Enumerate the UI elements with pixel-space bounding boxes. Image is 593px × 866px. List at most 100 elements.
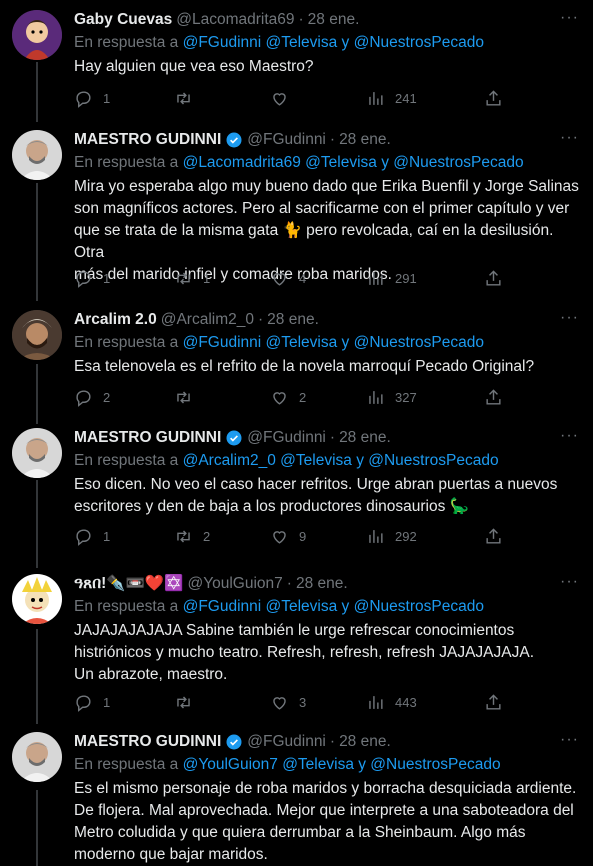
author-handle[interactable]: @Lacomadrita69 — [176, 10, 294, 30]
thread-line — [36, 480, 38, 568]
more-icon[interactable]: ··· — [560, 426, 579, 446]
tweet-date[interactable]: 28 ene. — [339, 428, 391, 448]
author-handle[interactable]: @YoulGuion7 — [187, 574, 282, 594]
views-button[interactable]: 292 — [366, 527, 417, 546]
share-icon — [486, 388, 501, 405]
share-button[interactable] — [484, 693, 503, 712]
author-handle[interactable]: @FGudinni — [247, 130, 326, 150]
avatar[interactable] — [12, 732, 62, 782]
reply-mentions[interactable]: @YoulGuion7 @Televisa y @NuestrosPecado — [183, 756, 501, 773]
thread-line — [36, 364, 38, 424]
reply-button[interactable]: 1 — [74, 89, 110, 108]
separator-dot: · — [298, 11, 304, 28]
more-icon[interactable]: ··· — [560, 308, 579, 328]
reply-mentions[interactable]: @Arcalim2_0 @Televisa y @NuestrosPecado — [183, 452, 499, 469]
avatar[interactable] — [12, 310, 62, 360]
reply-icon — [76, 90, 91, 108]
reply-prefix: En respuesta a — [74, 756, 179, 773]
share-button[interactable] — [484, 388, 503, 407]
retweet-icon — [177, 695, 190, 709]
avatar[interactable] — [12, 10, 62, 60]
views-count: 443 — [395, 694, 417, 710]
more-icon[interactable]: ··· — [560, 730, 579, 750]
author-name[interactable]: MAESTRO GUDINNI — [74, 130, 221, 150]
reply-count: 1 — [103, 694, 111, 710]
avatar[interactable] — [12, 574, 62, 624]
views-icon — [369, 91, 383, 105]
retweet-icon — [177, 390, 190, 404]
retweet-button[interactable] — [174, 89, 203, 108]
like-count: 2 — [299, 389, 307, 405]
tweet-actions: 1 3 443 — [74, 692, 514, 712]
reply-context: En respuesta a @YoulGuion7 @Televisa y @… — [74, 754, 579, 776]
avatar[interactable] — [12, 428, 62, 478]
reply-button[interactable]: 1 — [74, 693, 110, 712]
reply-button[interactable]: 2 — [74, 388, 110, 407]
share-button[interactable] — [484, 527, 503, 546]
like-button[interactable]: 4 — [270, 269, 306, 288]
views-count: 241 — [395, 90, 417, 106]
more-icon[interactable]: ··· — [560, 572, 579, 592]
tweet-actions: 1 241 — [74, 88, 514, 108]
reply-mentions[interactable]: @Lacomadrita69 @Televisa y @NuestrosPeca… — [183, 154, 524, 171]
reply-count: 1 — [103, 528, 111, 544]
tweet-text: Es el mismo personaje de roba maridos y … — [74, 780, 577, 863]
tweet-date[interactable]: 28 ene. — [296, 574, 348, 594]
separator-dot: · — [329, 733, 336, 750]
reply-prefix: En respuesta a — [74, 154, 179, 171]
retweet-button[interactable] — [174, 388, 203, 407]
separator-dot: · — [329, 429, 336, 446]
author-handle[interactable]: @FGudinni — [247, 732, 326, 752]
reply-mentions[interactable]: @FGudinni @Televisa y @NuestrosPecado — [183, 34, 484, 51]
author-name[interactable]: Gaby Cuevas — [74, 10, 172, 30]
verified-icon — [226, 430, 242, 446]
thread-line — [36, 629, 38, 724]
like-count: 3 — [299, 694, 307, 710]
verified-icon — [226, 734, 242, 750]
reply-icon — [76, 389, 91, 407]
reply-prefix: En respuesta a — [74, 334, 179, 351]
reply-icon — [76, 270, 91, 288]
retweet-icon — [177, 91, 190, 105]
retweet-button[interactable] — [174, 693, 203, 712]
views-button[interactable]: 241 — [366, 89, 417, 108]
views-count: 327 — [395, 389, 417, 405]
tweet-date[interactable]: 28 ene. — [267, 310, 319, 330]
more-icon[interactable]: ··· — [560, 8, 579, 28]
reply-mentions[interactable]: @FGudinni @Televisa y @NuestrosPecado — [183, 598, 484, 615]
share-button[interactable] — [484, 269, 503, 288]
retweet-count: 2 — [203, 528, 211, 544]
reply-prefix: En respuesta a — [74, 452, 179, 469]
reply-context: En respuesta a @FGudinni @Televisa y @Nu… — [74, 596, 579, 618]
tweet-date[interactable]: 28 ene. — [339, 732, 391, 752]
retweet-button[interactable]: 1 — [174, 269, 210, 288]
reply-count: 1 — [103, 270, 111, 286]
retweet-count: 1 — [203, 270, 211, 286]
views-button[interactable]: 443 — [366, 693, 417, 712]
tweet-date[interactable]: 28 ene. — [308, 10, 360, 30]
author-name[interactable]: MAESTRO GUDINNI — [74, 732, 221, 752]
like-button[interactable]: 9 — [270, 527, 306, 546]
retweet-button[interactable]: 2 — [174, 527, 210, 546]
like-button[interactable]: 3 — [270, 693, 306, 712]
reply-prefix: En respuesta a — [74, 34, 179, 51]
tweet-date[interactable]: 28 ene. — [339, 130, 391, 150]
author-name[interactable]: ዓጸበ!✒️📼❤️✡️ — [74, 574, 183, 594]
share-button[interactable] — [484, 89, 503, 108]
like-icon — [273, 530, 286, 544]
author-handle[interactable]: @FGudinni — [247, 428, 326, 448]
views-button[interactable]: 327 — [366, 388, 417, 407]
more-icon[interactable]: ··· — [560, 128, 579, 148]
author-handle[interactable]: @Arcalim2_0 — [161, 310, 254, 330]
like-button[interactable] — [270, 89, 299, 108]
reply-button[interactable]: 1 — [74, 269, 110, 288]
author-name[interactable]: MAESTRO GUDINNI — [74, 428, 221, 448]
separator-dot: · — [257, 311, 264, 328]
author-name[interactable]: Arcalim 2.0 — [74, 310, 157, 330]
reply-button[interactable]: 1 — [74, 527, 110, 546]
reply-mentions[interactable]: @FGudinni @Televisa y @NuestrosPecado — [183, 334, 484, 351]
avatar[interactable] — [12, 130, 62, 180]
reply-count: 1 — [103, 90, 111, 106]
like-button[interactable]: 2 — [270, 388, 306, 407]
views-button[interactable]: 291 — [366, 269, 417, 288]
